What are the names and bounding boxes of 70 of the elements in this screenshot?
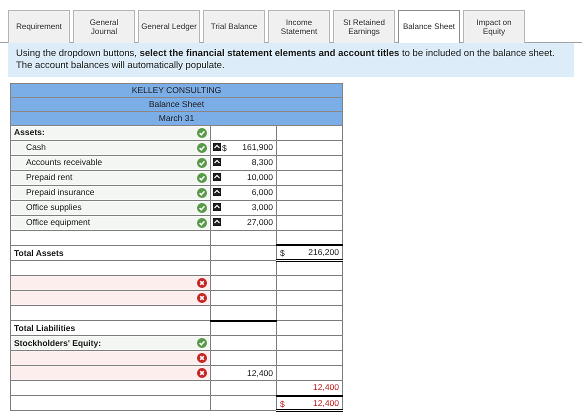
account-field[interactable]: Office equipment [10, 215, 210, 230]
account-title: Office supplies [25, 201, 82, 214]
dollar-sign: $ [222, 142, 227, 154]
dollar-sign: $ [280, 398, 285, 410]
account-title: Office equipment [25, 216, 90, 230]
account-field[interactable] [10, 366, 210, 380]
tab[interactable]: General Ledger [138, 10, 200, 43]
amount-text: 3,000 [252, 202, 273, 212]
amount-text: 12,400 [247, 368, 273, 378]
amount-text: 10,000 [247, 172, 273, 182]
error-icon [197, 293, 207, 303]
amount-text: 27,000 [247, 217, 273, 228]
check-icon [197, 202, 207, 213]
account-field[interactable] [10, 396, 210, 411]
account-title: Stockholders' Equity: [14, 336, 102, 350]
amount-text: 8,300 [252, 157, 273, 168]
check-icon [197, 128, 207, 138]
check-icon [197, 172, 207, 183]
dollar-sign: $ [280, 247, 285, 260]
check-icon [197, 158, 207, 168]
tab[interactable]: Impact on Equity [463, 10, 525, 43]
check-icon [197, 218, 207, 228]
link-icon[interactable] [213, 172, 221, 181]
amount-text: 6,000 [252, 187, 273, 198]
account-field[interactable]: Assets: [10, 125, 210, 140]
error-icon [197, 368, 207, 378]
tab[interactable]: Income Statement [268, 10, 330, 43]
account-field[interactable]: Prepaid rent [10, 170, 210, 186]
account-title: Total Assets [14, 246, 64, 260]
account-field[interactable]: Office supplies [10, 200, 210, 216]
link-icon[interactable] [213, 158, 221, 166]
error-icon [197, 353, 207, 363]
amount-text: 216,200 [308, 247, 339, 258]
heading-cell: March 31 [10, 111, 342, 126]
account-field[interactable] [10, 230, 210, 246]
check-icon [197, 142, 207, 153]
account-title: Assets: [14, 126, 45, 140]
account-title: Cash [25, 141, 46, 154]
heading-cell: Balance Sheet [10, 97, 342, 112]
amount-text: 12,400 [313, 398, 339, 408]
account-field[interactable]: Cash [10, 140, 210, 156]
tab[interactable]: St Retained Earnings [333, 10, 395, 43]
link-icon[interactable] [213, 218, 221, 226]
account-title: Prepaid rent [25, 171, 72, 184]
account-field[interactable]: Accounts receivable [10, 155, 210, 170]
tab[interactable]: Balance Sheet [398, 10, 460, 43]
amount-text: 161,900 [242, 142, 273, 152]
link-icon[interactable] [213, 142, 221, 151]
account-field[interactable]: Prepaid insurance [10, 185, 210, 200]
link-icon[interactable] [213, 202, 221, 211]
account-field[interactable]: Total Assets [10, 245, 210, 260]
account-field[interactable] [10, 276, 210, 290]
tab[interactable]: Requirement [8, 10, 70, 43]
heading-cell: KELLEY CONSULTING [10, 83, 342, 98]
account-title: Total Liabilities [14, 322, 76, 334]
account-field[interactable] [10, 306, 210, 320]
tab[interactable]: General Journal [73, 10, 135, 43]
check-icon [197, 188, 207, 198]
amount-text: 12,400 [313, 382, 339, 392]
account-field[interactable]: Stockholders' Equity: [10, 336, 210, 350]
account-title: Accounts receivable [25, 156, 102, 170]
account-field[interactable] [10, 380, 210, 396]
account-field[interactable] [10, 350, 210, 366]
account-title: Prepaid insurance [25, 186, 95, 200]
tab[interactable]: Trial Balance [203, 10, 265, 43]
check-icon [197, 338, 207, 348]
error-icon [197, 278, 207, 288]
instructions-text: Using the dropdown buttons, select the financial statement elements and account titles to be included on the balance sheet. The account balances will automatically populate. [8, 43, 574, 77]
link-icon[interactable] [213, 188, 221, 196]
account-field[interactable] [10, 290, 210, 306]
